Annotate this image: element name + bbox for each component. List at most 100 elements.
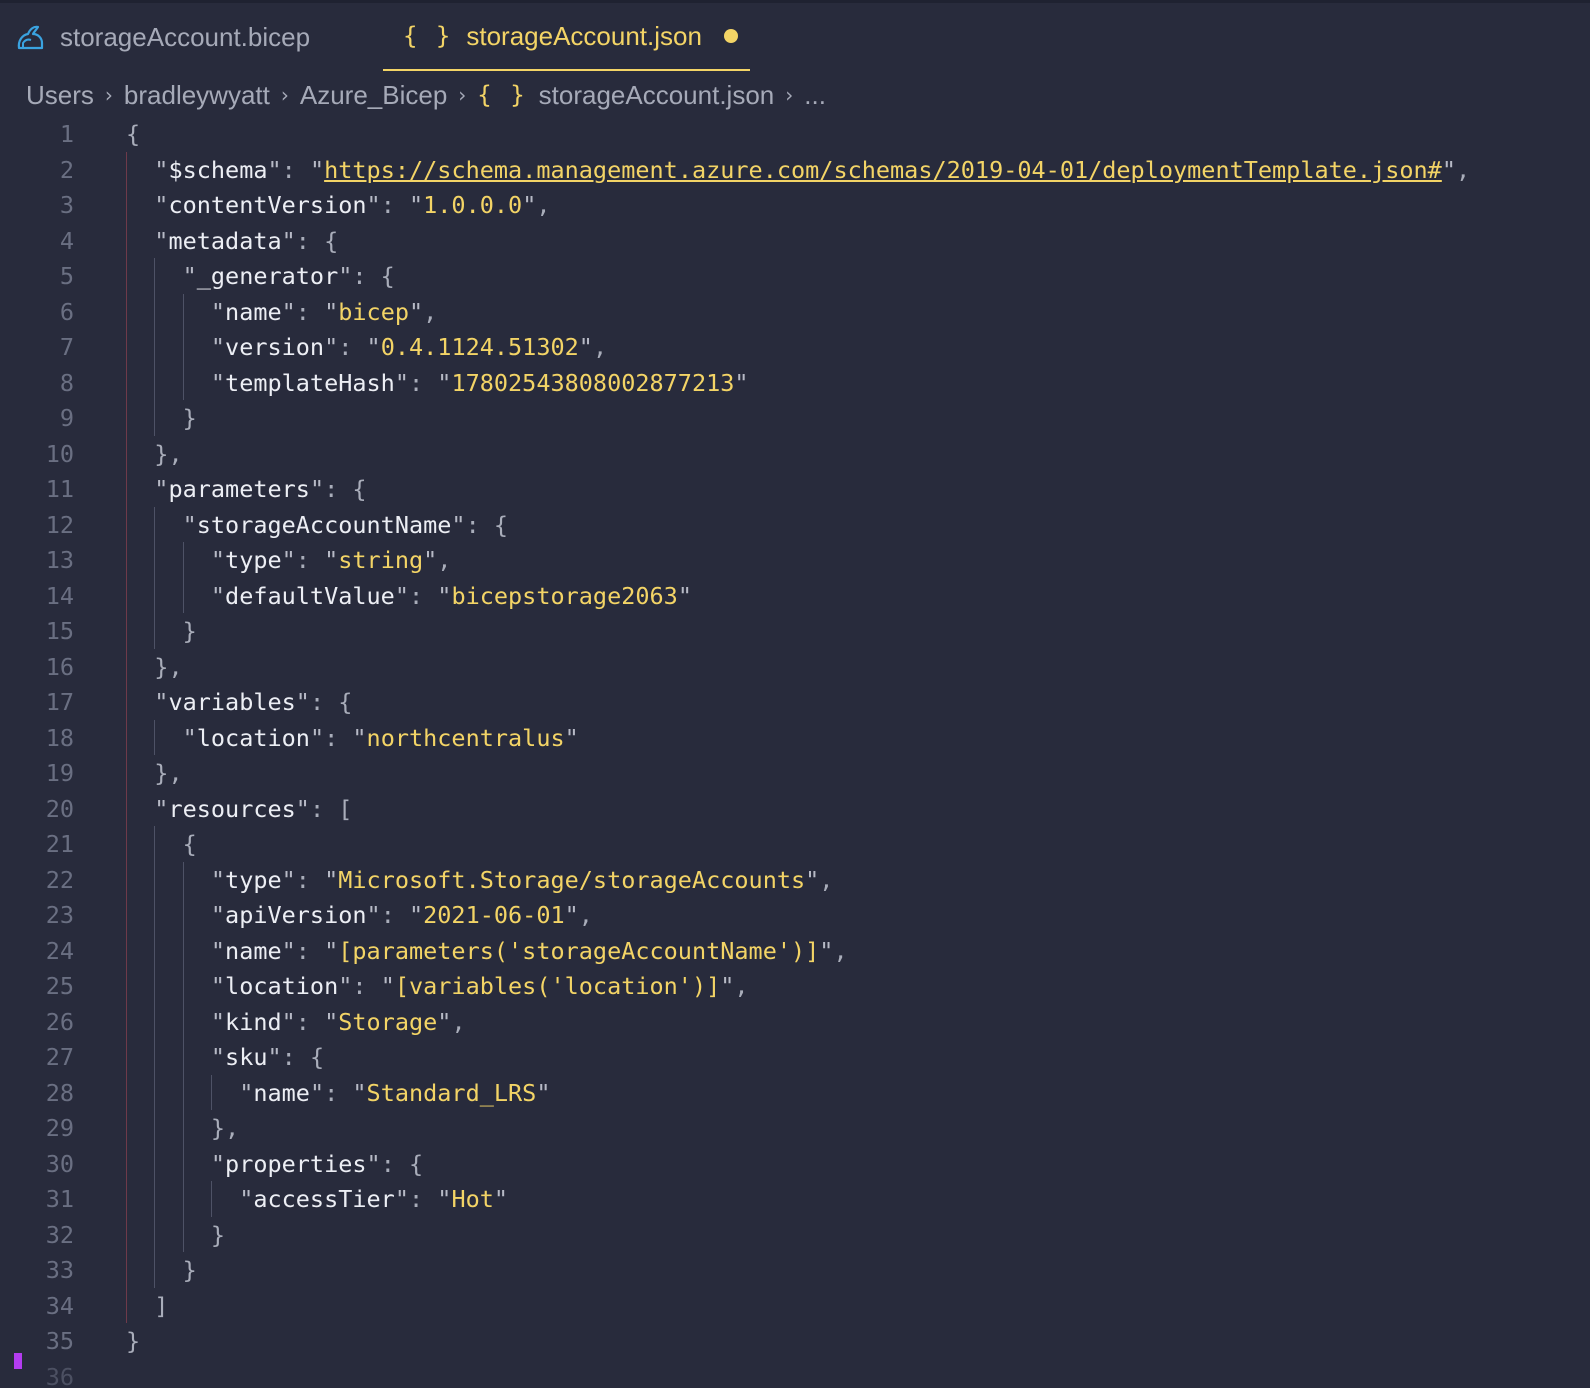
code-line[interactable]: 6 "name": "bicep", <box>0 294 1590 330</box>
code-line[interactable]: 11 "parameters": { <box>0 471 1590 507</box>
code-line[interactable]: 22 "type": "Microsoft.Storage/storageAcco… <box>0 862 1590 898</box>
code-line[interactable]: 33} <box>0 1252 1590 1288</box>
json-punctuation: " <box>182 510 197 539</box>
line-number: 1 <box>59 120 74 148</box>
code-text: "resources": [ <box>154 791 352 827</box>
json-punctuation: : { <box>281 1043 325 1071</box>
json-string-value: bicepstorage2063 <box>451 581 678 610</box>
code-line[interactable]: 18 "location": "northcentralus" <box>0 720 1590 756</box>
json-string-value[interactable]: https://schema.management.azure.com/sche… <box>324 156 1442 184</box>
json-punctuation: " <box>819 936 834 965</box>
code-editor[interactable]: 1{2 "$schema": "https://schema.management… <box>0 116 1590 1388</box>
json-punctuation: " <box>536 1078 551 1107</box>
line-number: 8 <box>59 368 74 397</box>
tab-storage-account-bicep[interactable]: storageAccount.bicep <box>14 3 354 71</box>
json-punctuation: " <box>267 1043 282 1071</box>
code-line[interactable]: 3 "contentVersion": "1.0.0.0", <box>0 187 1590 223</box>
json-punctuation: } <box>210 1220 226 1249</box>
tab-storage-account-json[interactable]: { } storageAccount.json <box>383 3 750 71</box>
code-text: } <box>211 1217 225 1253</box>
code-line[interactable]: 8 "templateHash": "17802543808002877213" <box>0 365 1590 401</box>
code-line[interactable]: 12 "storageAccountName": { <box>0 507 1590 543</box>
code-line[interactable]: 25 "location": "[variables('location')]", <box>0 968 1590 1004</box>
indent-guide <box>210 1074 212 1110</box>
breadcrumb-item-file[interactable]: storageAccount.json <box>539 80 775 111</box>
code-line[interactable]: 32} <box>0 1217 1590 1253</box>
json-punctuation: " <box>210 1149 226 1178</box>
code-line[interactable]: 35} <box>0 1323 1590 1359</box>
json-punctuation: " <box>493 1185 509 1213</box>
json-punctuation: , <box>578 901 593 929</box>
line-number: 18 <box>45 723 74 752</box>
json-punctuation: : { <box>352 262 395 290</box>
code-line[interactable]: 7 "version": "0.4.1124.51302", <box>0 329 1590 365</box>
code-line[interactable]: 9} <box>0 400 1590 436</box>
code-line[interactable]: 10}, <box>0 436 1590 472</box>
code-line[interactable]: 23 "apiVersion": "2021-06-01", <box>0 897 1590 933</box>
json-punctuation: " <box>338 262 353 290</box>
json-punctuation: " <box>564 901 579 929</box>
json-punctuation: : <box>380 191 409 219</box>
code-line[interactable]: 16}, <box>0 649 1590 685</box>
code-line[interactable]: 14 "defaultValue": "bicepstorage2063" <box>0 578 1590 614</box>
code-line[interactable]: 24 "name": "[parameters('storageAccountNa… <box>0 933 1590 969</box>
code-line[interactable]: 2 "$schema": "https://schema.management.a… <box>0 152 1590 188</box>
code-text: }, <box>154 755 182 791</box>
json-punctuation: " <box>408 901 424 929</box>
code-text: ] <box>154 1288 168 1324</box>
code-line[interactable]: 4 "metadata": { <box>0 223 1590 259</box>
indent-guide <box>154 826 156 1288</box>
json-punctuation: , <box>536 191 551 219</box>
code-line[interactable]: 20 "resources": [ <box>0 791 1590 827</box>
line-number: 6 <box>59 297 74 326</box>
code-text: "apiVersion": "2021-06-01", <box>211 897 593 933</box>
code-line[interactable]: 19}, <box>0 755 1590 791</box>
unsaved-changes-dot-icon[interactable] <box>723 29 738 43</box>
json-punctuation: " <box>805 865 820 894</box>
json-punctuation: " <box>324 865 339 894</box>
breadcrumb-item-azure-bicep[interactable]: Azure_Bicep <box>300 80 447 111</box>
json-punctuation: " <box>366 333 381 361</box>
json-punctuation: " <box>267 155 282 184</box>
json-punctuation: " <box>154 191 169 219</box>
code-text: "kind": "Storage", <box>211 1004 466 1040</box>
code-line[interactable]: 13 "type": "string", <box>0 542 1590 578</box>
json-string-value: Hot <box>451 1185 494 1213</box>
breadcrumb-item-symbols[interactable]: ... <box>804 80 826 111</box>
code-line[interactable]: 26 "kind": "Storage", <box>0 1004 1590 1040</box>
code-text: "storageAccountName": { <box>183 507 508 543</box>
code-text: }, <box>154 436 182 472</box>
breadcrumb-item-bradleywyatt[interactable]: bradleywyatt <box>124 80 270 111</box>
code-line[interactable]: 28 "name": "Standard_LRS" <box>0 1075 1590 1111</box>
json-punctuation: , <box>1455 155 1471 184</box>
code-line[interactable]: 5 "_generator": { <box>0 258 1590 294</box>
code-text: "name": "bicep", <box>211 294 437 330</box>
json-punctuation: " <box>366 191 381 219</box>
code-line[interactable]: 36 <box>0 1359 1590 1388</box>
code-line[interactable]: 27 "sku": { <box>0 1039 1590 1075</box>
code-text: "_generator": { <box>183 258 395 294</box>
line-number: 10 <box>45 439 74 468</box>
line-number: 28 <box>45 1078 74 1107</box>
breadcrumb-item-users[interactable]: Users <box>26 80 94 111</box>
json-punctuation: , <box>423 297 438 326</box>
code-line[interactable]: 29}, <box>0 1110 1590 1146</box>
line-number: 5 <box>59 262 74 290</box>
code-line[interactable]: 30 "properties": { <box>0 1146 1590 1182</box>
json-punctuation: }, <box>210 1114 240 1142</box>
code-line[interactable]: 31 "accessTier": "Hot" <box>0 1181 1590 1217</box>
json-punctuation: " <box>309 1078 325 1107</box>
json-punctuation: : <box>408 1185 438 1213</box>
code-line[interactable]: 1{ <box>0 116 1590 152</box>
json-punctuation: : { <box>309 688 353 716</box>
json-punctuation: : { <box>295 226 339 255</box>
json-punctuation: , <box>592 333 608 361</box>
json-punctuation: " <box>366 901 381 929</box>
code-line[interactable]: 34] <box>0 1288 1590 1324</box>
code-line[interactable]: 15} <box>0 613 1590 649</box>
code-line[interactable]: 21 { <box>0 826 1590 862</box>
line-number: 21 <box>45 830 74 858</box>
code-text: "name": "Standard_LRS" <box>239 1075 550 1111</box>
code-line[interactable]: 17 "variables": { <box>0 684 1590 720</box>
json-punctuation: " <box>295 794 310 823</box>
